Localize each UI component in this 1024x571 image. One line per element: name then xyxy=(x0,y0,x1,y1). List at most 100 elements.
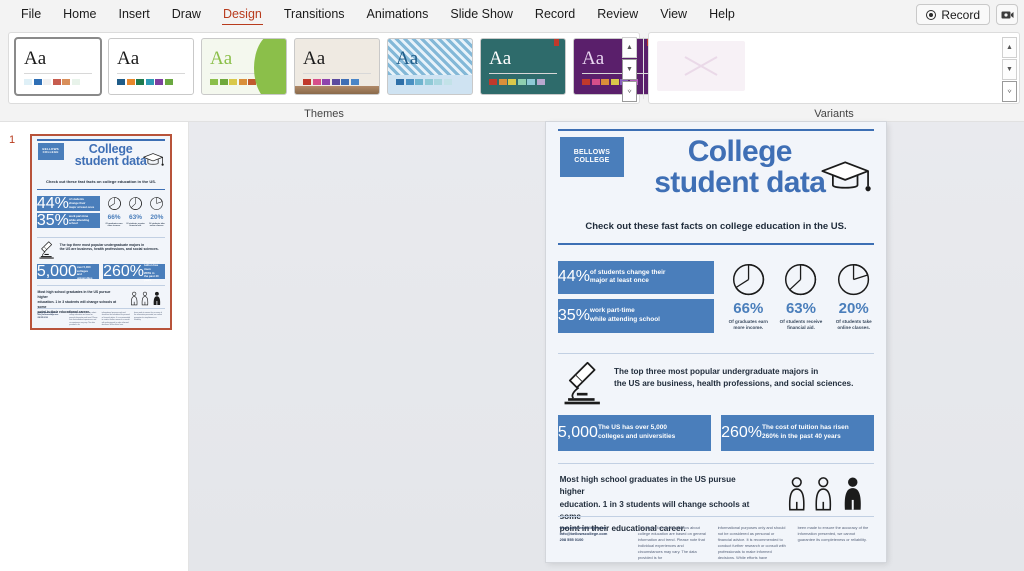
ribbon-tab-file[interactable]: File xyxy=(10,0,52,29)
stat-bar-1-number: 44% xyxy=(557,268,590,286)
slide-subtitle: Check out these fast facts on college ed… xyxy=(45,179,157,185)
people-group-icon xyxy=(129,289,165,308)
donut-chart-1-percent: 66% xyxy=(733,299,764,317)
theme-tile-damask-theme[interactable]: Aa xyxy=(294,38,380,95)
theme-tile-office-theme[interactable]: Aa xyxy=(14,37,102,96)
stat-bar-2-number: 35% xyxy=(36,211,69,229)
slide-thumbnail-pane[interactable]: 1 BELLOWS COLLEGE College student data Check… xyxy=(0,122,189,571)
variants-more-button[interactable]: ⩒ xyxy=(1002,81,1017,102)
divider-above-bottom-block xyxy=(36,284,166,286)
theme-tile-berlin-theme[interactable]: Aa xyxy=(108,38,194,95)
bottom-statement-line-1: Most high school graduates in the US pur… xyxy=(559,475,736,497)
color-swatch xyxy=(145,79,154,85)
stat-bar-2-text: work part-time while attending school xyxy=(590,307,666,325)
ribbon-tab-slide-show[interactable]: Slide Show xyxy=(439,0,524,29)
wide-stat-bar-1: 5,000 The US has over 5,000 colleges and u… xyxy=(557,414,711,451)
donut-chart-2-caption-line-1: Of students receive xyxy=(779,318,823,324)
color-swatch xyxy=(229,79,237,85)
ribbon-tab-insert[interactable]: Insert xyxy=(108,0,161,29)
variants-scroll-controls: ▲ ▼ ⩒ xyxy=(1002,37,1017,102)
donut-chart-2-graphic xyxy=(129,197,142,211)
wide-stat-bar-2-text-line-1: The cost of tuition has risen xyxy=(762,423,849,431)
slide-editing-surface[interactable]: BELLOWS COLLEGE College student data Check o… xyxy=(546,122,886,562)
workspace: 1 BELLOWS COLLEGE College student data Check… xyxy=(0,122,1024,571)
themes-more-button[interactable]: ⩒ xyxy=(622,81,637,102)
ribbon-tab-record[interactable]: Record xyxy=(524,0,586,29)
theme-tile-rule xyxy=(303,73,371,74)
color-swatch xyxy=(117,79,125,85)
footer-column-4: been made to ensure the accuracy of the … xyxy=(797,524,869,542)
people-group-icon xyxy=(784,472,872,516)
variants-scroll-up-button[interactable]: ▲ xyxy=(1002,37,1017,58)
record-button-label: Record xyxy=(941,7,980,22)
ribbon-tab-design[interactable]: Design xyxy=(212,0,273,29)
color-swatch xyxy=(238,79,247,85)
donut-chart-2-percent: 63% xyxy=(128,213,142,221)
record-button[interactable]: Record xyxy=(916,4,990,25)
wide-stat-bar-1-number: 5,000 xyxy=(557,423,598,441)
color-swatch xyxy=(582,79,590,85)
donut-chart-2-caption-line-2: financial aid. xyxy=(787,324,815,330)
record-dot-icon xyxy=(926,9,937,20)
donut-chart-2: 63% Of students receive financial aid. xyxy=(777,261,825,331)
themes-group-label: Themes xyxy=(304,108,344,120)
ribbon-tab-home[interactable]: Home xyxy=(52,0,107,29)
color-swatch xyxy=(33,79,42,85)
theme-tile-celestial-theme[interactable]: Aa xyxy=(201,38,287,95)
donut-chart-1-caption-line-2: more income. xyxy=(733,324,764,330)
theme-tile-savon-theme[interactable]: Aa xyxy=(573,38,659,95)
stat-bar-1-text-line-2: major at least once xyxy=(589,277,649,285)
divider-above-footer xyxy=(557,515,875,517)
microscope-icon xyxy=(561,351,605,413)
microscope-statement: The top three most popular undergraduate… xyxy=(614,366,872,390)
ribbon-tab-animations[interactable]: Animations xyxy=(356,0,440,29)
stat-bar-2-text-line-1: work part-time xyxy=(589,307,635,315)
stat-bar-1-number: 44% xyxy=(36,194,69,212)
stat-bar-1: 44% of students change their major at leas… xyxy=(557,260,715,295)
footer-column-1: www.bellowscollege.com info@bellowscolle… xyxy=(37,311,59,319)
ribbon-tab-review[interactable]: Review xyxy=(586,0,649,29)
color-swatch xyxy=(43,79,51,85)
donut-chart-2-caption: Of students receive financial aid. xyxy=(126,223,145,228)
variants-scroll-down-button[interactable]: ▼ xyxy=(1002,59,1017,80)
microscope-statement-line-2: the US are business, health professions,… xyxy=(59,247,159,252)
bottom-statement-line-2: education. 1 in 3 students will change s… xyxy=(559,499,750,521)
donut-chart-1-caption-line-1: Of graduates earn xyxy=(728,318,768,324)
donut-chart-2-caption-line-2: financial aid. xyxy=(129,225,142,228)
donut-chart-2: 63% Of students receive financial aid. xyxy=(126,196,145,227)
donut-chart-3-graphic xyxy=(838,263,870,295)
slide-top-rule xyxy=(557,128,875,131)
ribbon-tab-transitions[interactable]: Transitions xyxy=(273,0,356,29)
theme-tile-sample-text: Aa xyxy=(117,48,140,69)
theme-tile-quotable-theme[interactable]: Aa xyxy=(480,38,566,95)
ribbon-tab-view[interactable]: View xyxy=(649,0,698,29)
color-swatch xyxy=(136,79,144,85)
wide-stat-bar-2: 260% The cost of tuition has risen 260% in… xyxy=(721,414,875,451)
camera-icon-button[interactable] xyxy=(996,4,1018,25)
color-swatch xyxy=(527,79,535,85)
camera-icon xyxy=(1001,11,1013,19)
stat-bar-2: 35% work part-time while attending school xyxy=(557,299,715,333)
ribbon-tab-draw[interactable]: Draw xyxy=(161,0,212,29)
divider-under-subtitle xyxy=(557,243,875,245)
stat-bar-1-text-line-2: major at least once xyxy=(68,204,95,209)
donut-chart-1-caption: Of graduates earn more income. xyxy=(725,319,773,331)
donut-chart-1-caption-line-2: more income. xyxy=(107,225,121,228)
theme-tile-swatches xyxy=(117,79,173,85)
variants-gallery[interactable]: ▲ ▼ ⩒ xyxy=(648,32,1020,104)
themes-gallery[interactable]: Aa Aa Aa Aa Aa Aa Aa ▲ ▼ ⩒ xyxy=(8,32,659,104)
slide-canvas-area[interactable]: BELLOWS COLLEGE College student data Check o… xyxy=(189,122,1024,571)
microscope-icon xyxy=(38,236,56,263)
themes-scroll-down-button[interactable]: ▼ xyxy=(622,59,637,80)
themes-scroll-up-button[interactable]: ▲ xyxy=(622,37,637,58)
donut-chart-3-caption: Of students take online classes. xyxy=(830,319,878,331)
theme-tile-rule xyxy=(582,73,650,74)
variant-tile-1[interactable] xyxy=(657,41,745,91)
color-swatch xyxy=(396,79,404,85)
stat-bar-2-number: 35% xyxy=(557,307,590,325)
logo-line-1: BELLOWS xyxy=(573,149,611,157)
ribbon-tab-help[interactable]: Help xyxy=(698,0,746,29)
color-swatch xyxy=(126,79,135,85)
theme-tile-parcel-theme[interactable]: Aa xyxy=(387,38,473,95)
slide-thumbnail-1[interactable]: BELLOWS COLLEGE College student data Check o… xyxy=(30,134,172,330)
